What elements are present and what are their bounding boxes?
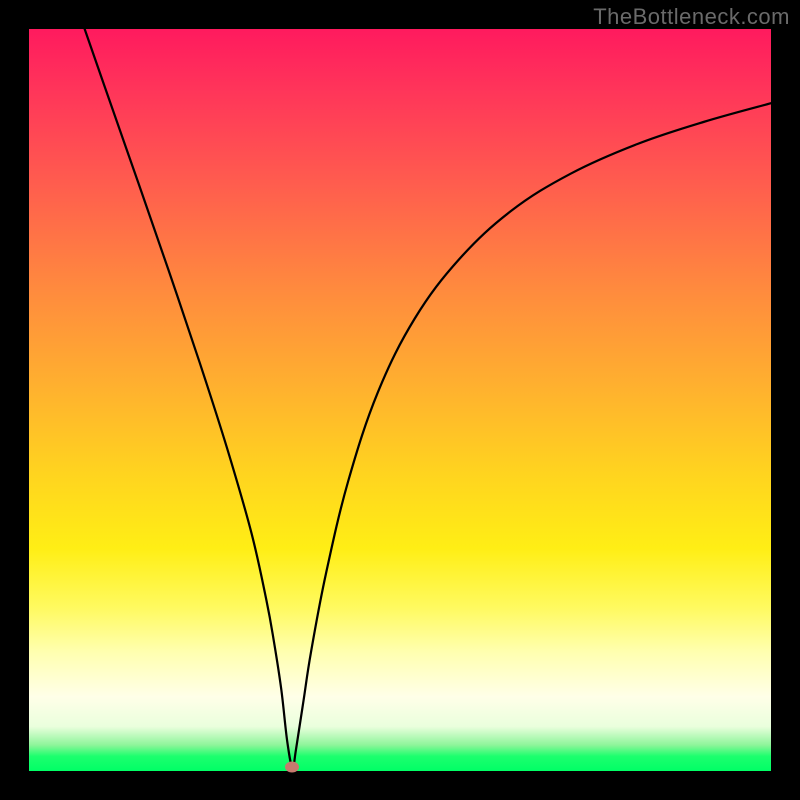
- watermark-text: TheBottleneck.com: [593, 4, 790, 30]
- chart-frame: TheBottleneck.com: [0, 0, 800, 800]
- bottleneck-curve-path: [85, 29, 771, 767]
- curve-svg: [29, 29, 771, 771]
- optimum-marker: [285, 762, 299, 773]
- plot-area: [29, 29, 771, 771]
